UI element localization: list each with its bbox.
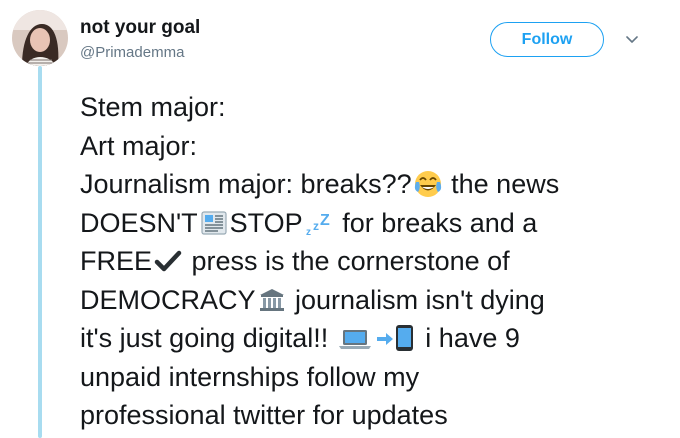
classical-building-emoji-icon xyxy=(258,286,286,314)
thread-line xyxy=(38,66,42,438)
tweet-text-segment: DOESN'T xyxy=(80,207,198,238)
tweet-line: DOESN'T STOP z z Z for breaks and a xyxy=(80,204,670,243)
check-mark-emoji-icon xyxy=(154,247,182,275)
tweet-line: professional twitter for updates xyxy=(80,396,670,435)
tweet-text-segment: DEMOCRACY xyxy=(80,284,256,315)
tweet-text-segment: FREE xyxy=(80,246,153,276)
tweet-text-segment: i have 9 xyxy=(417,323,520,353)
mobile-arrow-emoji-icon xyxy=(376,324,416,352)
tweet-line: Journalism major: breaks?? the news xyxy=(80,165,670,204)
avatar[interactable] xyxy=(12,10,68,66)
tweet-text-segment: for breaks and a xyxy=(334,207,538,238)
tweet-text-segment: press is the cornerstone of xyxy=(184,246,510,276)
tweet-text-segment: unpaid internships follow my xyxy=(80,361,420,392)
tweet-text-segment: the news xyxy=(443,169,560,199)
newspaper-emoji-icon xyxy=(200,209,228,237)
tweet-line: it's just going digital!! i have 9 xyxy=(80,319,670,358)
tweet-text-segment: journalism isn't dying xyxy=(287,284,545,315)
tweet-line: DEMOCRACY journalism isn't dying xyxy=(80,281,670,320)
tweet-line: unpaid internships follow my xyxy=(80,358,670,397)
follow-button[interactable]: Follow xyxy=(490,22,604,57)
svg-text:z: z xyxy=(313,219,319,233)
tweet-text-segment: Stem major: xyxy=(80,92,226,122)
tweet-line: Stem major: xyxy=(80,88,670,127)
tweet-text-segment: Art major: xyxy=(80,130,198,161)
svg-text:z: z xyxy=(306,227,311,237)
tears-of-joy-emoji-icon xyxy=(414,170,442,198)
zzz-emoji-icon: zzZ xyxy=(305,209,333,237)
user-handle[interactable]: @Primademma xyxy=(80,44,184,61)
svg-text:Z: Z xyxy=(320,212,330,229)
tweet-text-segment: STOP xyxy=(229,207,303,238)
laptop-emoji-icon xyxy=(338,324,372,352)
tweet-text-segment: it's just going digital!! xyxy=(80,323,336,353)
tweet-line: Art major: xyxy=(80,127,670,166)
chevron-down-icon[interactable] xyxy=(624,32,640,48)
tweet-text-segment: Journalism major: breaks?? xyxy=(80,169,412,199)
tweet-text-segment: professional twitter for updates xyxy=(80,400,448,430)
tweet-text: Stem major: Art major: Journalism major:… xyxy=(80,88,670,435)
tweet-line: FREE press is the cornerstone of xyxy=(80,242,670,281)
display-name[interactable]: not your goal xyxy=(80,17,200,39)
